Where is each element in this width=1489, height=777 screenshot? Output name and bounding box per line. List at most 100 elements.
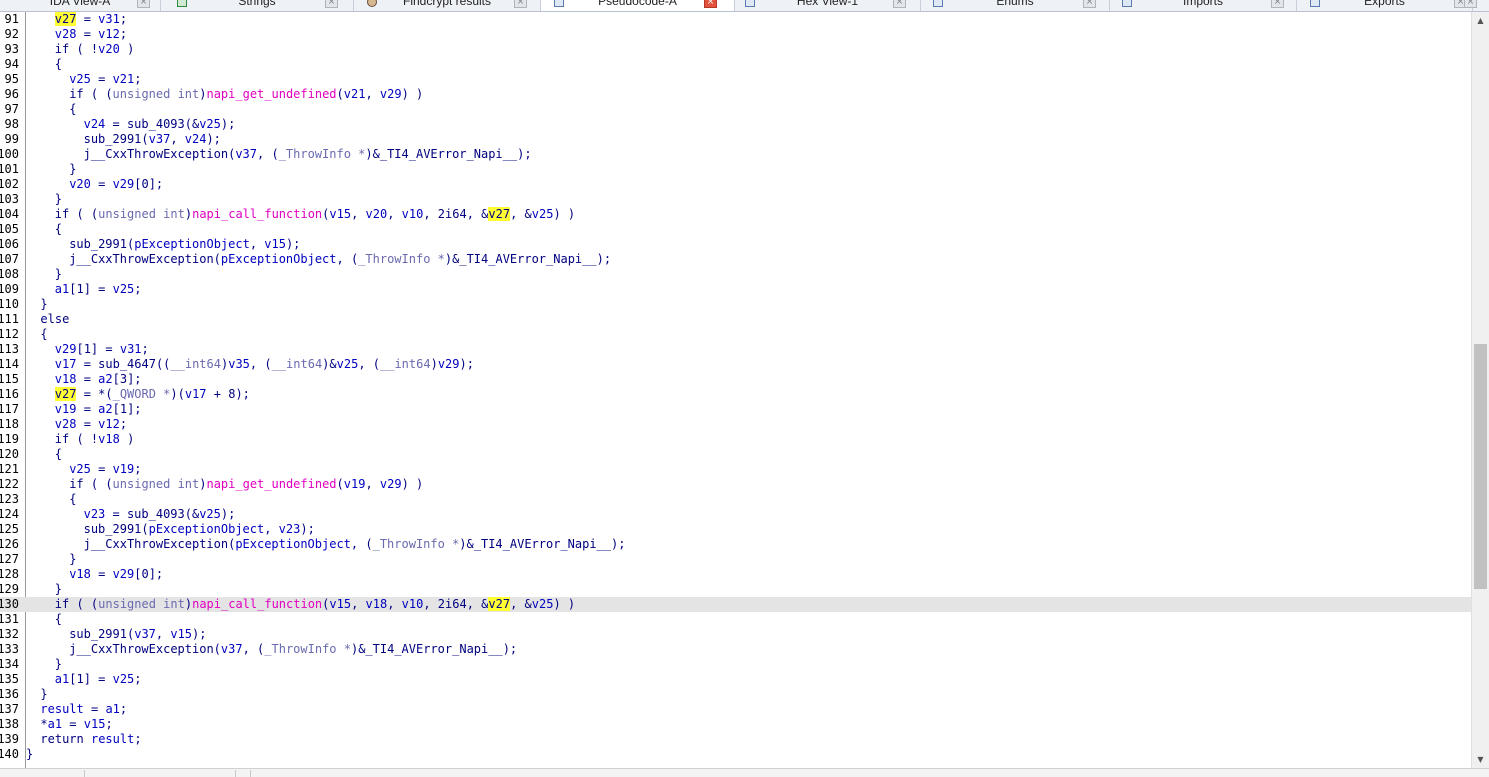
code-token: , ( [336,252,359,266]
code-line[interactable]: 129} [0,582,1471,597]
tab-close-icon[interactable]: × [893,0,906,8]
code-token: ( [336,87,344,101]
tab-label: Exports [1364,0,1405,8]
code-line[interactable]: 110} [0,297,1471,312]
code-line[interactable]: 126 j__CxxThrowException(pExceptionObject… [0,537,1471,552]
tab-strings[interactable]: Strings × [161,0,354,11]
code-line[interactable]: 99 sub_2991(v37, v24); [0,132,1471,147]
code-line[interactable]: 131 { [0,612,1471,627]
code-line[interactable]: 98 v24 = sub_4093(&v25); [0,117,1471,132]
code-line[interactable]: 91 v27 = v31; [0,12,1471,27]
vertical-scrollbar[interactable]: ▲ ▼ [1471,12,1489,768]
tab-close-icon[interactable]: × [325,0,338,8]
tab-close-icon[interactable]: × [514,0,527,8]
code-line[interactable]: 136} [0,687,1471,702]
code-line[interactable]: 121 v25 = v19; [0,462,1471,477]
identifier-token: v25 [531,207,554,221]
code-line[interactable]: 117 v19 = a2[1]; [0,402,1471,417]
code-line[interactable]: 118 v28 = v12; [0,417,1471,432]
identifier-token: v12 [98,27,120,41]
code-line[interactable]: 122 if ( (unsigned int)napi_get_undefined… [0,477,1471,492]
line-number: 105 [0,222,19,236]
code-line[interactable]: 139 return result; [0,732,1471,747]
code-line[interactable]: 103} [0,192,1471,207]
code-line[interactable]: 112 { [0,327,1471,342]
scroll-down-arrow-icon[interactable]: ▼ [1472,751,1489,768]
tab-close-icon[interactable]: × [137,0,150,8]
scrollbar-thumb[interactable] [1474,343,1487,589]
code-line[interactable]: 107 j__CxxThrowException(pExceptionObject… [0,252,1471,267]
tab-ida-view-a[interactable]: IDA View-A × [0,0,161,11]
code-line[interactable]: 135 a1[1] = v25; [0,672,1471,687]
tab-exports[interactable]: Exports × [1297,0,1473,11]
code-line[interactable]: 106 sub_2991(pExceptionObject, v15); [0,237,1471,252]
code-line[interactable]: 132 sub_2991(v37, v15); [0,627,1471,642]
code-text: v17 = sub_4647((__int64)v35, (__int64)&v… [55,357,474,372]
pseudocode-editor[interactable]: 91 v27 = v31; 92 v28 = v12; 93 if ( !v20 ) 94{… [0,12,1471,768]
code-line[interactable]: 140} [0,747,1471,762]
code-line[interactable]: 104 if ( (unsigned int)napi_call_function… [0,207,1471,222]
code-text: *a1 = v15; [40,717,112,732]
code-line[interactable]: 101} [0,162,1471,177]
code-line[interactable]: 100 j__CxxThrowException(v37, (_ThrowInfo… [0,147,1471,162]
code-line[interactable]: 102 v20 = v29[0]; [0,177,1471,192]
function-token: napi_get_undefined [206,87,337,101]
code-line[interactable]: 128 v18 = v29[0]; [0,567,1471,582]
code-line[interactable]: 125 sub_2991(pExceptionObject, v23); [0,522,1471,537]
code-line[interactable]: 123 { [0,492,1471,507]
tab-imports[interactable]: Imports × [1110,0,1297,11]
tab-enums[interactable]: Enums × [921,0,1110,11]
tab-hex-view-1[interactable]: Hex View-1 × [735,0,921,11]
tab-pseudocode-a[interactable]: Pseudocode-A × [541,0,735,11]
tab-close-icon[interactable]: × [1083,0,1096,8]
scroll-up-arrow-icon[interactable]: ▲ [1472,12,1489,29]
close-window-icon[interactable]: × [1464,0,1477,8]
tab-findcrypt-results[interactable]: Findcrypt results × [354,0,541,11]
code-line[interactable]: 133 j__CxxThrowException(v37, (_ThrowInfo… [0,642,1471,657]
code-line[interactable]: 116 v27 = *(_QWORD *)(v17 + 8); [0,387,1471,402]
tab-label: IDA View-A [49,0,111,8]
code-line[interactable]: 113 v29[1] = v31; [0,342,1471,357]
code-line[interactable]: 138 *a1 = v15; [0,717,1471,732]
code-line[interactable]: 137 result = a1; [0,702,1471,717]
code-line[interactable]: 105 { [0,222,1471,237]
code-text: } [26,747,33,762]
identifier-token: v37 [220,642,243,656]
line-number: 111 [0,312,19,326]
code-token: } [26,747,34,761]
code-line[interactable]: 109 a1[1] = v25; [0,282,1471,297]
code-line[interactable]: 134} [0,657,1471,672]
code-text: sub_2991(pExceptionObject, v23); [84,522,315,537]
code-line[interactable]: 95 v25 = v21; [0,72,1471,87]
line-number: 131 [0,612,19,626]
identifier-token: v19 [54,402,77,416]
code-line[interactable]: 111 else [0,312,1471,327]
code-text: { [55,612,62,627]
code-line[interactable]: 108} [0,267,1471,282]
code-line[interactable]: 92 v28 = v12; [0,27,1471,42]
code-line[interactable]: 115 v18 = a2[3]; [0,372,1471,387]
type-token: __int64 [380,357,431,371]
code-line[interactable]: 130 if ( (unsigned int)napi_call_function… [0,597,1471,612]
identifier-token: v27 [54,12,77,26]
code-line[interactable]: 124 v23 = sub_4093(&v25); [0,507,1471,522]
line-number: 106 [0,237,19,251]
line-number: 138 [0,717,19,731]
code-token: = [83,702,106,716]
code-token: sub_2991( [83,522,149,536]
tab-close-icon[interactable]: × [704,0,717,8]
identifier-token: a1 [47,717,63,731]
code-line[interactable]: 114 v17 = sub_4647((__int64)v35, (__int64… [0,357,1471,372]
code-token: , [249,237,265,251]
tab-close-icon[interactable]: × [1271,0,1284,8]
code-line[interactable]: 96 if ( (unsigned int)napi_get_undefined(… [0,87,1471,102]
code-token: { [69,492,77,506]
code-line[interactable]: 97 { [0,102,1471,117]
code-line[interactable]: 93 if ( !v20 ) [0,42,1471,57]
code-token: , ( [249,357,272,371]
code-line[interactable]: 120 { [0,447,1471,462]
code-token: [1] = [69,672,113,686]
code-line[interactable]: 94 { [0,57,1471,72]
code-line[interactable]: 127} [0,552,1471,567]
code-line[interactable]: 119 if ( !v18 ) [0,432,1471,447]
